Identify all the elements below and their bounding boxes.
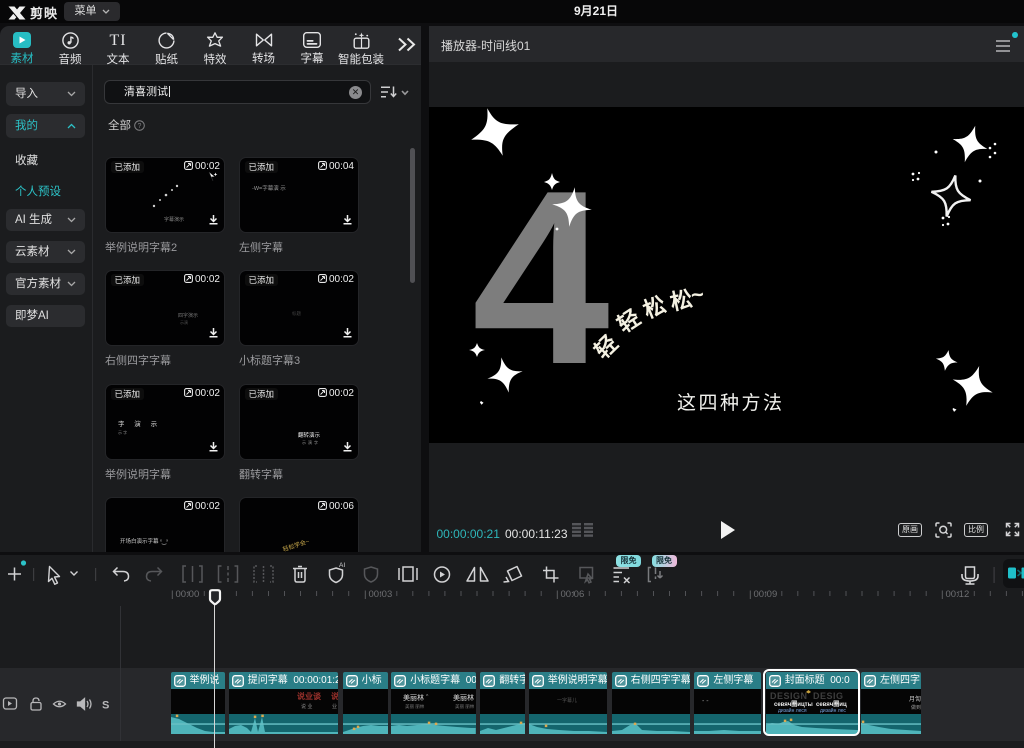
svg-text:-W=字幕演 示: -W=字幕演 示 (252, 184, 286, 192)
svg-text:开场白演示字幕 ˣ‿ˣ: 开场白演示字幕 ˣ‿ˣ (120, 537, 168, 545)
svg-text:轻松学会~: 轻松学会~ (282, 537, 311, 552)
svg-text:- -: - - (702, 698, 709, 705)
svg-text:业: 业 (332, 703, 337, 710)
svg-text:四字演示: 四字演示 (178, 312, 198, 319)
svg-text:美丽林 ˆ: 美丽林 ˆ (453, 693, 476, 702)
svg-text:字 演 示: 字 演 示 (118, 419, 161, 428)
svg-text:美丽林 ˆ: 美丽林 ˆ (403, 693, 429, 702)
svg-text:说业谈: 说业谈 (297, 691, 322, 701)
svg-text:月訇: 月訇 (909, 695, 921, 703)
svg-text:翻转演示: 翻转演示 (298, 431, 321, 439)
svg-text:?: ? (138, 123, 142, 130)
svg-text:美丽 丽林: 美丽 丽林 (455, 703, 475, 710)
svg-text:示演: 示演 (180, 319, 188, 325)
svg-text:标题: 标题 (292, 310, 301, 317)
svg-text:美丽 丽林: 美丽 丽林 (405, 703, 425, 710)
svg-text:示 字: 示 字 (118, 429, 127, 435)
svg-text:一字幕儿: 一字幕儿 (557, 697, 577, 704)
svg-text:字幕演示: 字幕演示 (164, 216, 184, 223)
svg-text:说 业: 说 业 (301, 703, 312, 710)
svg-text:说: 说 (331, 691, 339, 701)
svg-text:做到: 做到 (911, 704, 921, 711)
svg-text:S: S (102, 700, 109, 712)
svg-text:示演字: 示演字 (302, 439, 320, 445)
